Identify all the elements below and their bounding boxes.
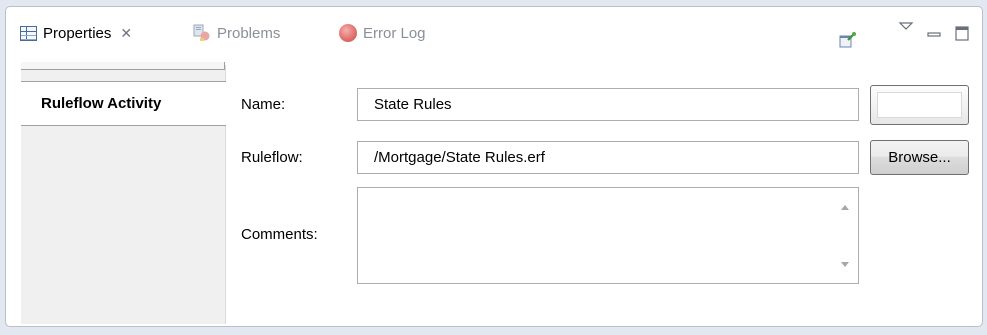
problems-icon <box>193 24 211 42</box>
tab-list-top-spacer <box>21 62 225 70</box>
tab-ruleflow-activity-label: Ruleflow Activity <box>41 95 162 112</box>
tab-problems-label: Problems <box>217 24 281 42</box>
tab-problems[interactable]: Problems <box>193 21 280 45</box>
name-label: Name: <box>241 96 286 113</box>
ruleflow-label: Ruleflow: <box>241 149 303 166</box>
view-tab-bar: Properties ✕ Problems Error Log <box>6 7 982 59</box>
button-blank-face <box>877 92 962 118</box>
comments-scrollbar[interactable] <box>832 188 858 283</box>
maximize-icon[interactable] <box>953 25 971 43</box>
properties-icon <box>20 25 37 41</box>
ruleflow-field[interactable] <box>357 141 859 174</box>
pin-editor-icon[interactable] <box>839 31 857 49</box>
scroll-up-icon[interactable] <box>841 205 849 210</box>
tab-error-log-label: Error Log <box>363 24 426 42</box>
view-menu-icon[interactable] <box>897 19 915 37</box>
minimize-icon[interactable] <box>925 25 943 43</box>
tab-properties-label: Properties <box>43 24 112 42</box>
properties-view: Properties ✕ Problems Error Log Ruleflow… <box>5 6 983 327</box>
browse-button[interactable]: Browse... <box>870 140 969 175</box>
tab-ruleflow-activity[interactable]: Ruleflow Activity <box>21 81 226 126</box>
close-icon[interactable]: ✕ <box>120 25 132 42</box>
scroll-down-icon[interactable] <box>841 262 849 267</box>
comments-textarea[interactable] <box>357 187 859 284</box>
error-log-icon <box>339 24 357 42</box>
name-options-button[interactable] <box>870 85 969 125</box>
name-field[interactable] <box>357 88 859 121</box>
tab-error-log[interactable]: Error Log <box>339 21 426 45</box>
comments-label: Comments: <box>241 226 318 243</box>
tab-properties[interactable]: Properties ✕ <box>20 21 132 45</box>
